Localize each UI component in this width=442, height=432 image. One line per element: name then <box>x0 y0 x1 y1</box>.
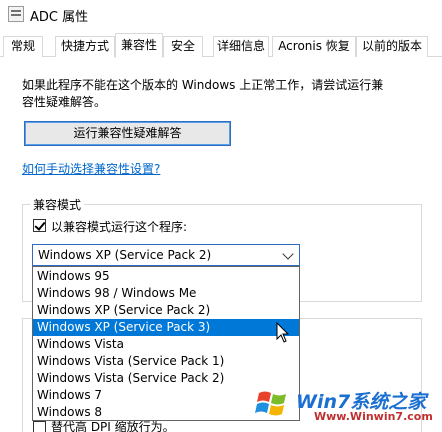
manual-settings-link[interactable]: 如何手动选择兼容性设置? <box>22 160 160 177</box>
window-properties-icon <box>8 6 24 22</box>
os-option[interactable]: Windows XP (Service Pack 2) <box>33 302 299 319</box>
tab-compatibility[interactable]: 兼容性 <box>115 33 163 58</box>
site-watermark: Win7系统之家 Www.Winwin7.com <box>254 385 440 429</box>
title-bar: ADC 属性 <box>0 0 442 30</box>
intro-line-2: 容性疑难解答。 <box>22 95 107 109</box>
os-option-highlighted[interactable]: Windows XP (Service Pack 3) <box>33 319 299 336</box>
tab-acronis-recovery[interactable]: Acronis 恢复 <box>272 36 356 57</box>
os-select-value: Windows XP (Service Pack 2) <box>38 248 212 262</box>
tab-strip: 常规 快捷方式 兼容性 安全 详细信息 Acronis 恢复 以前的版本 <box>0 33 442 58</box>
run-compat-mode-checkbox[interactable] <box>33 219 46 232</box>
intro-line-1: 如果此程序不能在这个版本的 Windows 上正常工作，请尝试运行兼 <box>22 78 384 92</box>
window-title: ADC 属性 <box>30 10 89 25</box>
os-option[interactable]: Windows Vista <box>33 336 299 353</box>
run-compat-mode-label: 以兼容模式运行这个程序: <box>51 220 188 234</box>
os-select[interactable]: Windows XP (Service Pack 2) <box>32 244 300 266</box>
os-option[interactable]: Windows 98 / Windows Me <box>33 285 299 302</box>
tab-general[interactable]: 常规 <box>3 36 43 57</box>
compat-mode-group-label: 兼容模式 <box>30 196 85 213</box>
tab-previous-versions[interactable]: 以前的版本 <box>356 36 428 57</box>
os-option[interactable]: Windows 95 <box>33 268 299 285</box>
run-troubleshooter-button[interactable]: 运行兼容性疑难解答 <box>24 121 231 146</box>
intro-text: 如果此程序不能在这个版本的 Windows 上正常工作，请尝试运行兼 容性疑难解… <box>22 77 422 111</box>
tab-details[interactable]: 详细信息 <box>213 36 269 57</box>
dpi-override-checkbox[interactable] <box>33 421 46 432</box>
chevron-down-icon <box>282 248 294 260</box>
os-option[interactable]: Windows Vista (Service Pack 1) <box>33 353 299 370</box>
tab-shortcut[interactable]: 快捷方式 <box>55 36 115 57</box>
tab-security[interactable]: 安全 <box>163 36 203 57</box>
watermark-url: Www.Winwin7.com <box>314 410 433 423</box>
windows-logo-icon <box>255 391 286 416</box>
